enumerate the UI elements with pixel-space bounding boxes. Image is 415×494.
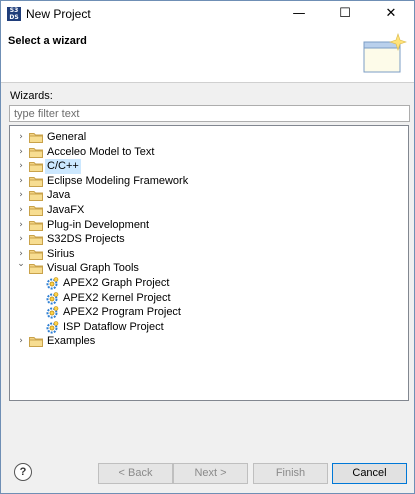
chevron-right-icon[interactable]: › [16, 174, 26, 189]
tree-item-label: Acceleo Model to Text [47, 145, 155, 158]
tree-item-label: Plug-in Development [47, 218, 150, 231]
wizard-tree[interactable]: › General › Acceleo Model to Text › C/C++ › Ecl… [9, 125, 409, 401]
filter-input[interactable] [9, 105, 410, 122]
tree-item-label: ISP Dataflow Project [63, 320, 164, 333]
tree-item[interactable]: › Eclipse Modeling Framework [10, 174, 406, 189]
app-icon: S3 DS [7, 7, 21, 21]
tree-item-label: APEX2 Graph Project [63, 277, 170, 289]
title-bar: S3 DS New Project — ☐ ✕ [1, 1, 414, 27]
tree-item-label: Eclipse Modeling Framework [47, 174, 189, 187]
folder-icon [29, 220, 43, 231]
chevron-right-icon[interactable]: › [16, 159, 26, 174]
folder-icon [29, 147, 43, 158]
tree-item-label: Sirius [47, 247, 75, 260]
folder-icon [29, 205, 43, 216]
new-wizard-graphic-icon [363, 33, 407, 73]
tree-item[interactable]: › Examples [10, 334, 406, 349]
page-title: Select a wizard [8, 35, 87, 47]
finish-button[interactable]: Finish [253, 463, 328, 484]
minimize-button[interactable]: — [276, 1, 322, 27]
maximize-button[interactable]: ☐ [322, 1, 368, 27]
tree-item-label: Examples [47, 335, 96, 348]
tree-item-label: General [47, 131, 87, 143]
tree-item[interactable]: › C/C++ [10, 159, 406, 175]
tree-child-item[interactable]: APEX2 Graph Project [10, 276, 406, 291]
chevron-down-icon[interactable]: ⌄ [16, 257, 26, 272]
tree-item[interactable]: ⌄ Visual Graph Tools [10, 259, 406, 276]
folder-icon [29, 190, 43, 202]
chevron-right-icon[interactable]: › [16, 218, 26, 233]
tree-item[interactable]: › Java [10, 188, 406, 203]
tree-item-label: C/C++ [45, 159, 81, 175]
chevron-right-icon[interactable]: › [16, 334, 26, 349]
tree-item-label: JavaFX [47, 204, 85, 216]
chevron-right-icon[interactable]: › [16, 145, 26, 160]
chevron-right-icon[interactable]: › [16, 130, 26, 145]
folder-icon [29, 176, 43, 187]
chevron-right-icon[interactable]: › [16, 203, 26, 218]
tree-item[interactable]: › Plug-in Development [10, 218, 406, 233]
gear-icon [45, 291, 59, 306]
tree-child-item[interactable]: APEX2 Program Project [10, 305, 406, 320]
tree-item[interactable]: › Sirius [10, 247, 406, 262]
cancel-button[interactable]: Cancel [332, 463, 407, 484]
folder-icon [29, 263, 43, 275]
folder-icon [29, 249, 43, 260]
tree-item[interactable]: › General [10, 130, 406, 145]
gear-icon [45, 320, 59, 335]
chevron-right-icon[interactable]: › [16, 232, 26, 247]
folder-icon [29, 161, 43, 173]
folder-icon [29, 336, 43, 348]
wizards-label: Wizards: [10, 90, 53, 102]
tree-item-label: Java [47, 189, 71, 202]
window-title: New Project [26, 7, 91, 21]
help-icon[interactable]: ? [14, 463, 32, 481]
next-button[interactable]: Next > [173, 463, 248, 484]
wizard-body: Wizards: ›General›Acceleo Model to Text›… [1, 83, 414, 453]
gear-icon [45, 305, 59, 320]
folder-icon [29, 234, 43, 246]
folder-icon [29, 132, 43, 143]
tree-item-label: APEX2 Kernel Project [63, 291, 171, 304]
chevron-right-icon[interactable]: › [16, 188, 26, 203]
tree-item[interactable]: › Acceleo Model to Text [10, 145, 406, 160]
tree-item[interactable]: › JavaFX [10, 203, 406, 218]
tree-child-item[interactable]: APEX2 Kernel Project [10, 291, 406, 306]
back-button[interactable]: < Back [98, 463, 173, 484]
wizard-banner: Select a wizard [1, 27, 414, 83]
tree-item[interactable]: › S32DS Projects [10, 232, 406, 247]
tree-child-item[interactable]: ISP Dataflow Project [10, 320, 406, 335]
tree-item-label: S32DS Projects [47, 233, 125, 246]
close-button[interactable]: ✕ [368, 1, 414, 27]
tree-item-label: Visual Graph Tools [47, 262, 139, 275]
gear-icon [45, 276, 59, 291]
tree-item-label: APEX2 Program Project [63, 306, 181, 319]
button-bar: ? < Back Next > Finish Cancel [1, 453, 414, 493]
new-project-dialog: S3 DS New Project — ☐ ✕ Select a wizard … [0, 0, 415, 494]
